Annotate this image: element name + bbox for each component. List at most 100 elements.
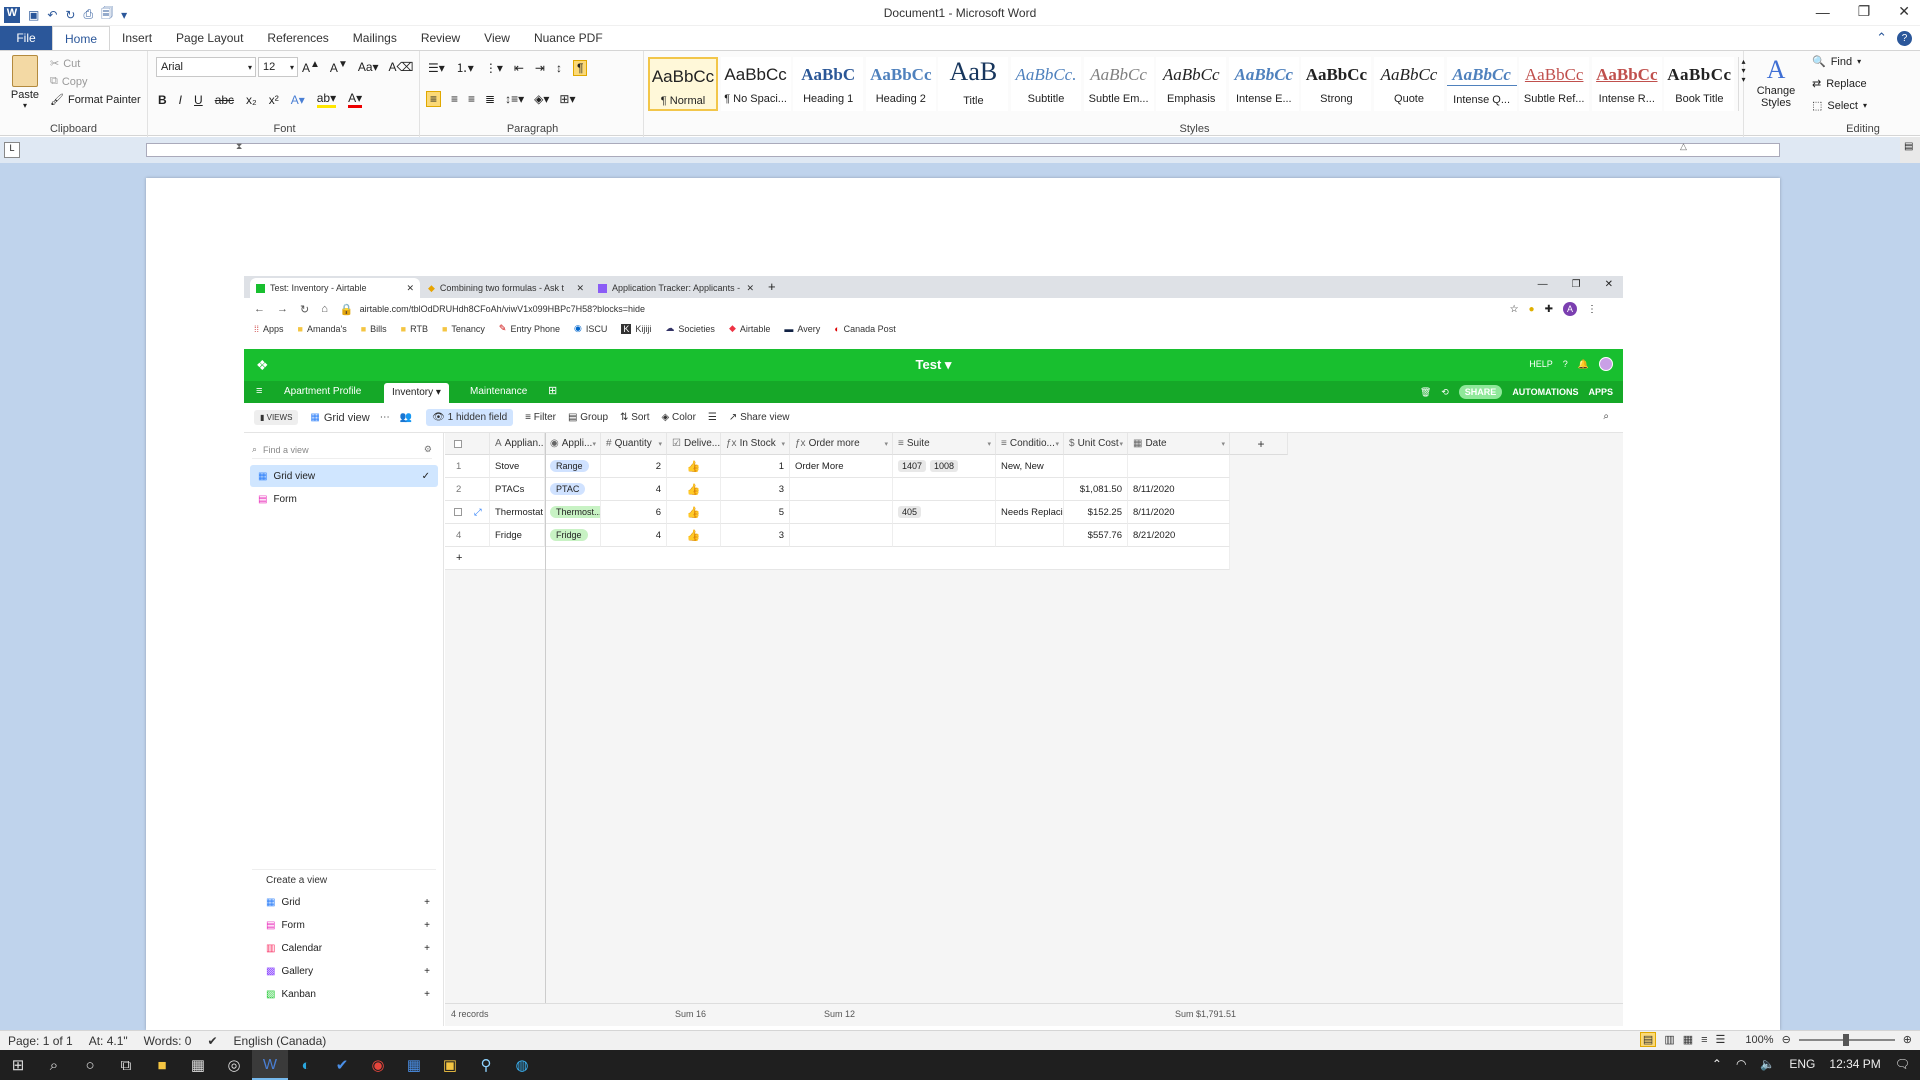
extensions-puzzle-icon[interactable]: ✚ (1545, 304, 1553, 315)
styles-more-icon[interactable]: ▴ ▾ ▾ (1738, 57, 1748, 111)
column-header[interactable]: ƒx Order more ▾ (790, 433, 893, 455)
style-item[interactable]: AaBbCc Subtle Em... (1083, 57, 1154, 111)
ribbon-collapse-icon[interactable]: ⌃ (1876, 30, 1887, 46)
browser-close-icon[interactable]: ✕ (1605, 279, 1613, 290)
language-indicator[interactable]: English (Canada) (234, 1034, 327, 1048)
cell-in-stock[interactable]: 3 (721, 478, 790, 501)
close-tab-icon[interactable]: ✕ (406, 283, 414, 294)
cell-condition[interactable]: Needs Replacing (996, 501, 1064, 524)
style-item[interactable]: AaBbCc Quote (1374, 57, 1444, 111)
strikethrough-icon[interactable]: abc (215, 93, 234, 107)
cell-delivered[interactable]: 👍 (667, 455, 721, 478)
edge-icon[interactable]: ◐ (288, 1050, 324, 1080)
home-icon[interactable]: ⌂ (321, 303, 328, 315)
cell-date[interactable]: 8/11/2020 (1128, 501, 1230, 524)
cell-appliance[interactable]: Stove (490, 455, 545, 478)
cell-quantity[interactable]: 6 (601, 501, 667, 524)
cell-unit-cost[interactable]: $1,081.50 (1064, 478, 1128, 501)
new-tab-icon[interactable]: + (768, 279, 776, 294)
bookmark-entry-phone[interactable]: ✎ Entry Phone (499, 323, 560, 334)
zoom-out-icon[interactable]: ⊖ (1782, 1033, 1791, 1046)
clock[interactable]: 12:34 PM (1829, 1057, 1880, 1071)
bookmark-societies[interactable]: ☁ Societies (665, 323, 715, 334)
row-number[interactable]: ⤢ (445, 501, 490, 524)
help-icon[interactable]: ? (1897, 30, 1912, 46)
row-number[interactable]: 1 (445, 455, 490, 478)
sort-icon[interactable]: ↕ (556, 61, 562, 75)
tab-insert[interactable]: Insert (110, 26, 164, 50)
cell-type[interactable]: Range (545, 455, 601, 478)
grow-font-icon[interactable]: A▲ (302, 59, 320, 75)
start-windows-icon[interactable]: ⊞ (0, 1050, 36, 1080)
cell-date[interactable] (1128, 455, 1230, 478)
search-icon[interactable]: ⌕ (1603, 411, 1609, 422)
chevron-down-icon[interactable]: ▾ (658, 440, 662, 448)
sort-button[interactable]: ⇅ Sort (620, 412, 650, 423)
copy-button[interactable]: ⧉ Copy (50, 75, 88, 88)
replace-button[interactable]: ⇄ Replace (1812, 77, 1867, 91)
shrink-font-icon[interactable]: A▼ (330, 59, 348, 75)
close-tab-icon[interactable]: ✕ (576, 283, 584, 294)
cell-order-more[interactable] (790, 501, 893, 524)
cell-suite[interactable]: 1407 1008 (893, 455, 996, 478)
color-button[interactable]: ◈ Color (662, 412, 696, 423)
subscript-icon[interactable]: x₂ (246, 93, 257, 107)
style-item[interactable]: AaBbCc Heading 2 (865, 57, 936, 111)
bullets-icon[interactable]: ☰▾ (428, 61, 445, 75)
browser-menu-icon[interactable]: ⋮ (1587, 304, 1597, 315)
cell-delivered[interactable]: 👍 (667, 478, 721, 501)
select-all-header[interactable] (445, 433, 490, 455)
history-icon[interactable]: ⟲ (1441, 387, 1449, 398)
url-field[interactable]: airtable.com/tblOdDRUHdh8CFoAh/viwV1x099… (360, 304, 1510, 314)
chevron-down-icon[interactable]: ▾ (1221, 440, 1225, 448)
tab-references[interactable]: References (255, 26, 340, 50)
chevron-down-icon[interactable]: ▾ (1055, 440, 1059, 448)
checkbox-icon[interactable] (454, 439, 462, 448)
view-ruler-icon[interactable]: ▤ (1904, 141, 1913, 152)
bookmark-apps[interactable]: ⁞⁞ Apps (254, 324, 284, 334)
outline-icon[interactable]: ≡ (1701, 1034, 1707, 1046)
numbering-icon[interactable]: ⒈▾ (456, 59, 474, 76)
zoom-slider[interactable] (1798, 1033, 1895, 1046)
find-button[interactable]: 🔍 Find ▾ (1812, 55, 1861, 69)
bookmark-amandas[interactable]: ■ Amanda's (298, 324, 347, 334)
sticky-notes-icon[interactable]: ▣ (432, 1050, 468, 1080)
style-item[interactable]: AaBbCc ¶ No Spaci... (720, 57, 791, 111)
show-formatting-icon[interactable]: ¶ (572, 59, 588, 76)
highlight-icon[interactable]: ab▾ (316, 91, 337, 108)
increase-indent-icon[interactable]: ⇥ (535, 61, 545, 75)
font-color-icon[interactable]: A▾ (348, 91, 363, 108)
add-table-icon[interactable]: ⊞ (548, 384, 557, 397)
chevron-down-icon[interactable]: ▾ (1119, 440, 1123, 448)
volume-icon[interactable]: 🔈 (1760, 1057, 1775, 1071)
bookmark-airtable[interactable]: ◆ Airtable (729, 323, 770, 334)
sum-in-stock[interactable]: Sum 12 (824, 1009, 855, 1019)
zoom-in-icon[interactable]: ⊕ (1903, 1033, 1912, 1046)
cell-unit-cost[interactable]: $152.25 (1064, 501, 1128, 524)
column-header[interactable]: ƒx In Stock ▾ (721, 433, 790, 455)
cell-quantity[interactable]: 4 (601, 524, 667, 547)
text-effects-icon[interactable]: A▾ (291, 93, 305, 107)
column-header[interactable]: ☑ Delive...▾ (667, 433, 721, 455)
italic-icon[interactable]: I (179, 93, 182, 107)
table-tab-inventory[interactable]: Inventory ▾ (384, 383, 449, 403)
back-icon[interactable]: ← (254, 303, 265, 315)
reload-icon[interactable]: ↻ (300, 303, 309, 316)
page-count[interactable]: Page: 1 of 1 (8, 1034, 73, 1048)
group-button[interactable]: ▤ Group (568, 412, 608, 423)
chevron-down-icon[interactable]: ▾ (592, 440, 596, 448)
style-item[interactable]: AaB Title (938, 57, 1009, 111)
todo-icon[interactable]: ✔ (324, 1050, 360, 1080)
cell-in-stock[interactable]: 3 (721, 524, 790, 547)
cell-suite[interactable] (893, 524, 996, 547)
create-calendar-view[interactable]: ▥ Calendar + (258, 937, 436, 959)
table-tab-maintenance[interactable]: Maintenance (470, 386, 527, 397)
chrome-icon[interactable]: ◉ (360, 1050, 396, 1080)
line-spacing-icon[interactable]: ↕≡▾ (505, 92, 524, 106)
sum-unit-cost[interactable]: Sum $1,791.51 (1175, 1009, 1236, 1019)
cell-unit-cost[interactable] (1064, 455, 1128, 478)
bookmark-avery[interactable]: ▬ Avery (784, 324, 820, 334)
find-view-input[interactable]: ⌕ Find a view ⚙ (252, 441, 432, 459)
underline-icon[interactable]: U (194, 93, 203, 107)
tab-page-layout[interactable]: Page Layout (164, 26, 255, 50)
